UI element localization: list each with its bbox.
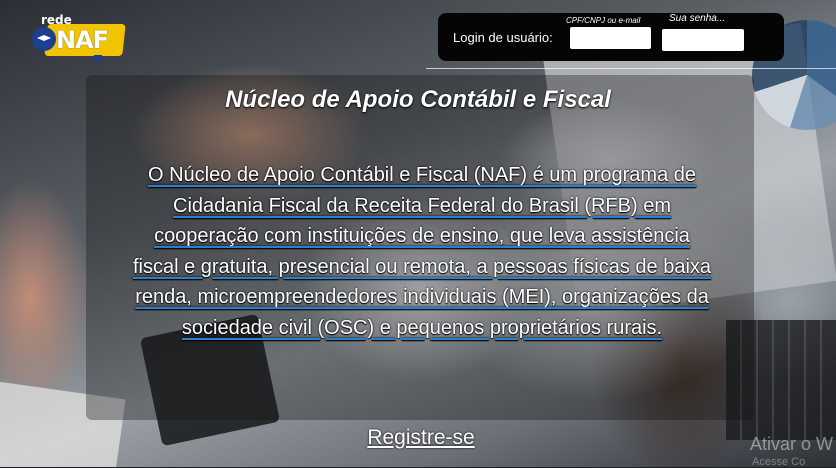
login-bar: Login de usuário: CPF/CNPJ ou e-mail Sua… [438,13,784,61]
description-body: O Núcleo de Apoio Contábil e Fiscal (NAF… [132,164,712,339]
graduation-cap-icon [32,27,56,51]
description-text: O Núcleo de Apoio Contábil e Fiscal (NAF… [132,160,712,343]
page-title: Núcleo de Apoio Contábil e Fiscal [225,86,611,113]
logo-tail [94,55,102,61]
rede-naf-logo[interactable]: rede NAF [30,13,126,63]
login-label: Login de usuário: [453,30,553,45]
header-divider [426,68,836,69]
activation-watermark: Ativar o W [750,434,834,454]
username-input[interactable] [570,27,651,49]
register-link[interactable]: Registre-se [0,426,836,450]
user-field-hint: CPF/CNPJ ou e-mail [566,16,641,25]
password-field-hint: Sua senha... [669,13,726,24]
activation-watermark-sub: Acesse Co [752,456,806,468]
logo-badge: NAF [44,24,126,56]
logo-name-text: NAF [56,26,109,54]
password-input[interactable] [662,29,744,51]
